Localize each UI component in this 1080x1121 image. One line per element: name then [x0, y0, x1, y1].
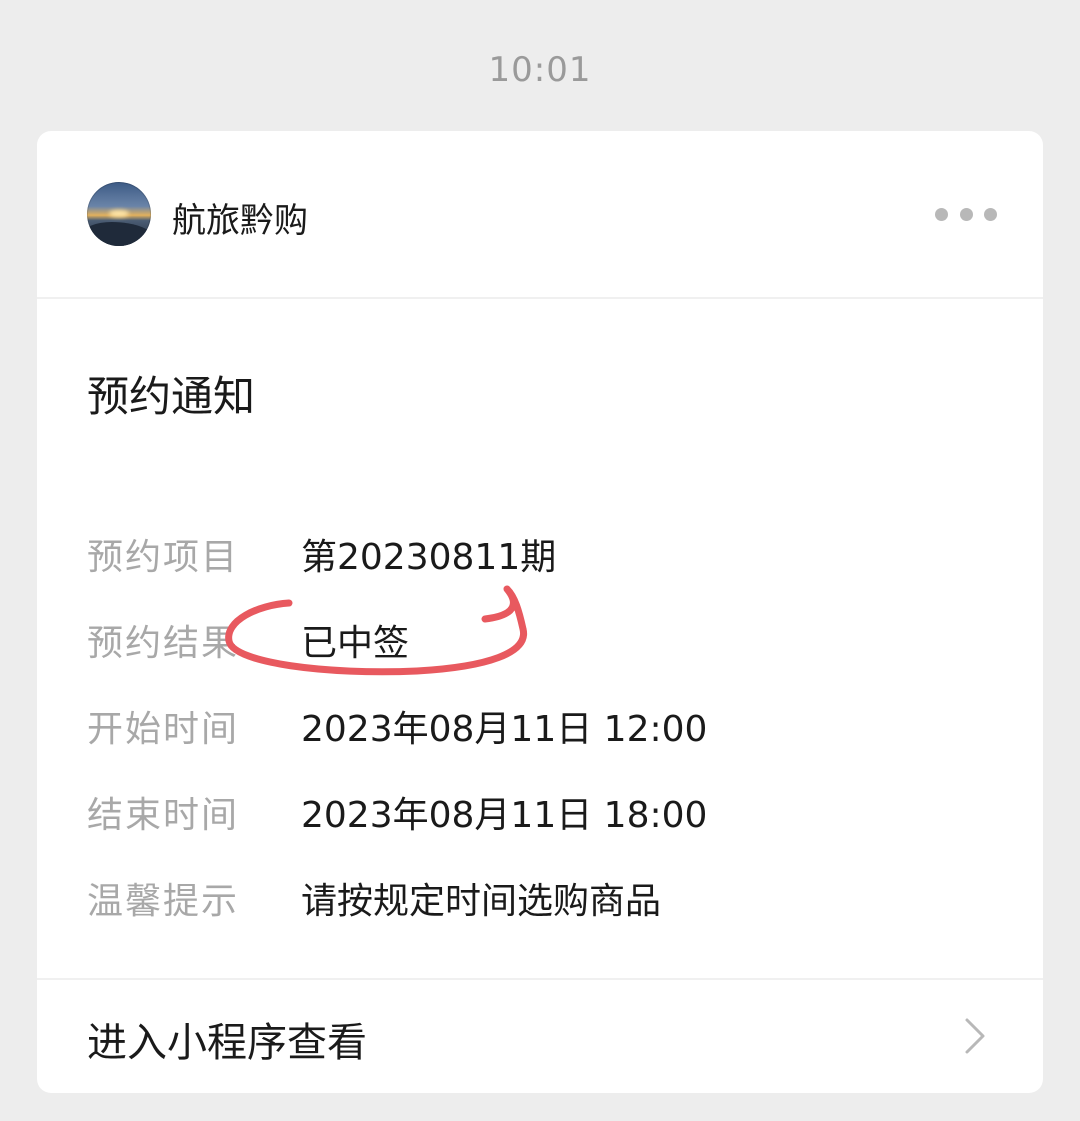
card-title: 预约通知 [87, 372, 256, 421]
detail-row-project: 预约项目 第20230811期 [87, 511, 1007, 597]
more-dots-icon [959, 207, 973, 221]
detail-value: 请按规定时间选购商品 [301, 881, 662, 922]
detail-label: 预约结果 [87, 623, 240, 664]
more-dots-icon [984, 207, 997, 221]
notification-card: 航旅黔购 预约通知 预约项目 第20230811期 预约结果 已中签 开始时间 … [37, 131, 1043, 1093]
more-button[interactable] [935, 201, 997, 227]
avatar-ground [87, 222, 151, 246]
detail-row-end-time: 结束时间 2023年08月11日 18:00 [87, 769, 1007, 855]
account-avatar[interactable] [87, 182, 151, 246]
detail-value: 2023年08月11日 12:00 [301, 709, 708, 750]
account-name[interactable]: 航旅黔购 [172, 193, 308, 242]
more-dots-icon [935, 207, 948, 221]
detail-label: 预约项目 [87, 537, 240, 578]
detail-row-start-time: 开始时间 2023年08月11日 12:00 [87, 683, 1007, 769]
status-time: 10:01 [488, 50, 592, 90]
detail-value: 已中签 [301, 623, 410, 664]
detail-list: 预约项目 第20230811期 预约结果 已中签 开始时间 2023年08月11… [87, 511, 1007, 941]
sunset-avatar-icon [109, 210, 129, 217]
detail-label: 开始时间 [87, 709, 240, 750]
detail-value: 2023年08月11日 18:00 [301, 795, 708, 836]
chevron-right-icon [965, 1018, 985, 1054]
card-header: 航旅黔购 [37, 131, 1043, 299]
detail-label: 温馨提示 [87, 881, 240, 922]
open-mini-program-link[interactable]: 进入小程序查看 [37, 978, 1043, 1093]
footer-label: 进入小程序查看 [87, 1020, 367, 1066]
detail-label: 结束时间 [87, 795, 240, 836]
detail-value: 第20230811期 [301, 537, 557, 578]
detail-row-tip: 温馨提示 请按规定时间选购商品 [87, 855, 1007, 941]
detail-row-result: 预约结果 已中签 [87, 597, 1007, 683]
